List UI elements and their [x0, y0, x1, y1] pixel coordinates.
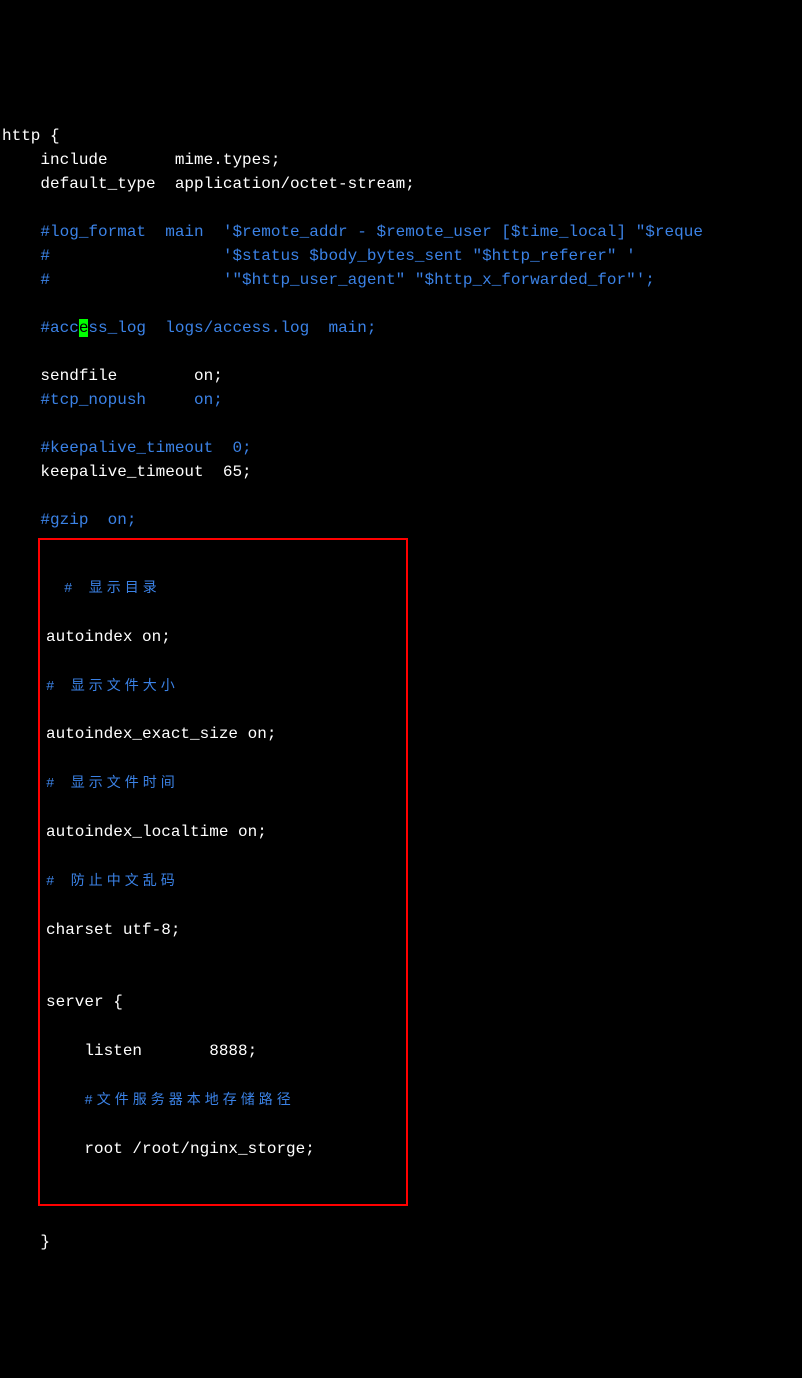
code-line: autoindex on;	[46, 628, 171, 646]
comment-line: ss_log logs/access.log main;	[88, 319, 376, 337]
code-line: listen 8888;	[84, 1042, 257, 1060]
code-line: default_type application/octet-stream;	[40, 175, 414, 193]
indent	[2, 271, 40, 289]
comment-line: # '$status $body_bytes_sent "$http_refer…	[40, 247, 635, 265]
code-line: charset utf-8;	[46, 921, 180, 939]
indent	[2, 391, 40, 409]
code-line: root /root/nginx_storge;	[84, 1140, 314, 1158]
indent	[46, 1091, 84, 1109]
comment-line: # 显示目录	[64, 581, 161, 597]
comment-line: #acc	[40, 319, 78, 337]
highlighted-box: # 显示目录 autoindex on; # 显示文件大小 autoindex_…	[38, 538, 408, 1206]
cursor: e	[79, 319, 89, 337]
code-line: autoindex_exact_size on;	[46, 725, 276, 743]
indent	[2, 151, 40, 169]
indent	[2, 247, 40, 265]
comment-line: #keepalive_timeout 0;	[40, 439, 251, 457]
indent	[2, 511, 40, 529]
indent	[2, 439, 40, 457]
indent	[2, 175, 40, 193]
code-editor[interactable]: http { include mime.types; default_type …	[0, 96, 802, 1258]
comment-line: #log_format main '$remote_addr - $remote…	[40, 223, 703, 241]
comment-line: # 显示文件大小	[46, 679, 179, 695]
indent	[46, 1042, 84, 1060]
comment-line: #tcp_nopush on;	[40, 391, 222, 409]
code-line: http {	[2, 127, 60, 145]
indent	[2, 319, 40, 337]
code-line: keepalive_timeout 65;	[40, 463, 251, 481]
indent	[2, 223, 40, 241]
code-line: server {	[46, 993, 123, 1011]
indent	[2, 463, 40, 481]
comment-line: # '"$http_user_agent" "$http_x_forwarded…	[40, 271, 655, 289]
code-line: sendfile on;	[40, 367, 222, 385]
code-line: autoindex_localtime on;	[46, 823, 267, 841]
code-line: }	[2, 1233, 50, 1251]
indent	[46, 1140, 84, 1158]
comment-line: # 防止中文乱码	[46, 874, 179, 890]
comment-line: #文件服务器本地存储路径	[84, 1093, 294, 1109]
indent	[2, 367, 40, 385]
code-line: include mime.types;	[40, 151, 280, 169]
comment-line: #gzip on;	[40, 511, 136, 529]
